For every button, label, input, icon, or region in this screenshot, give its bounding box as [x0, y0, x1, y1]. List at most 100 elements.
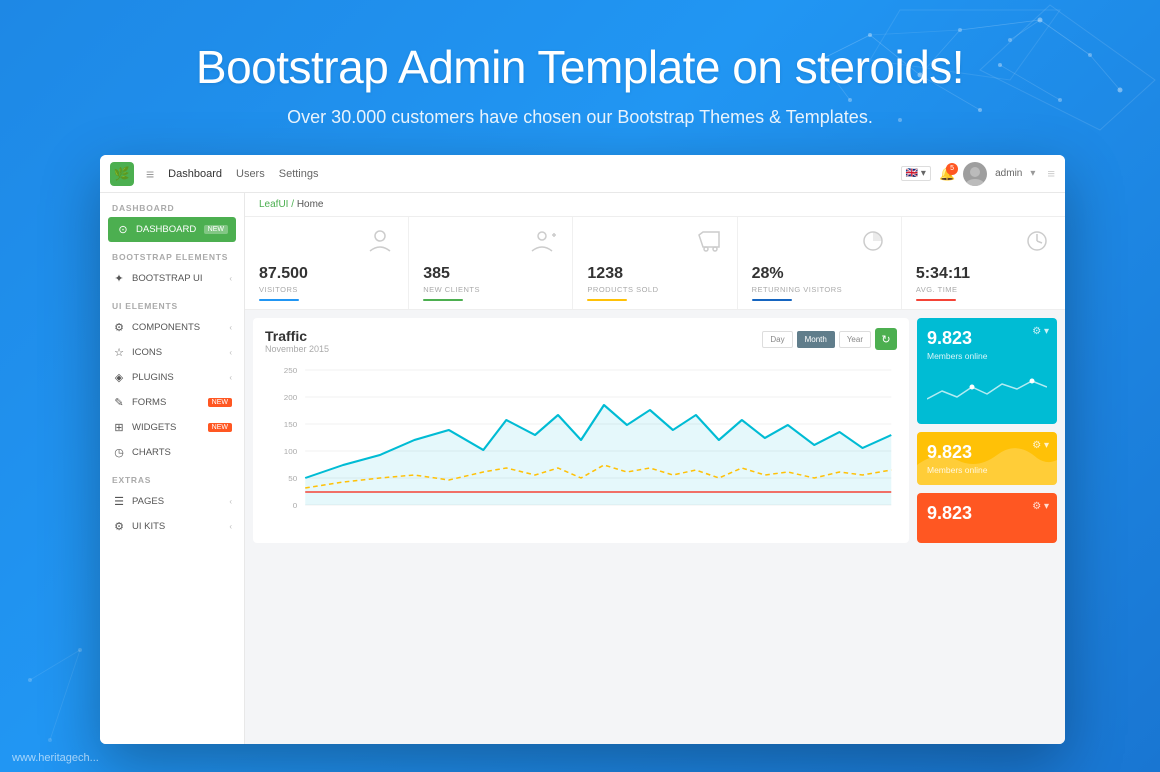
- charts-icon: ◷: [112, 446, 126, 459]
- charts-row: Traffic November 2015 Day Month Year ↻: [245, 310, 1065, 551]
- traffic-subtitle: November 2015: [265, 344, 329, 354]
- arrow-icon: ‹: [229, 323, 232, 332]
- sidebar-item-plugins[interactable]: ◈ PLUGINS ‹: [100, 365, 244, 390]
- forms-icon: ✎: [112, 396, 126, 409]
- main-layout: DASHBOARD ⊙ DASHBOARD NEW BOOTSTRAP ELEM…: [100, 193, 1065, 744]
- pages-icon: ☰: [112, 495, 126, 508]
- notification-bell[interactable]: 🔔 5: [939, 166, 955, 182]
- svg-text:250: 250: [284, 367, 297, 375]
- topnav-logo: 🌿: [110, 162, 134, 186]
- new-clients-value: 385: [423, 265, 450, 283]
- topnav: 🌿 ≡ Dashboard Users Settings 🇬🇧 ▾ 🔔 5 ad…: [100, 155, 1065, 193]
- sidebar-item-label: UI KITS: [132, 521, 165, 532]
- sidebar-item-icons[interactable]: ☆ ICONS ‹: [100, 340, 244, 365]
- watermark: www.heritagech...: [12, 752, 99, 764]
- sidebar-item-pages[interactable]: ☰ PAGES ‹: [100, 489, 244, 514]
- arrow-icon: ‹: [229, 522, 232, 531]
- widget-members-online-red: ⚙ ▾ 9.823: [917, 493, 1057, 543]
- stat-returning: 28% RETURNING VISITORS: [738, 217, 902, 309]
- sidebar-item-label: ICONS: [132, 347, 162, 358]
- topnav-link-settings[interactable]: Settings: [279, 168, 319, 180]
- plugins-icon: ◈: [112, 371, 126, 384]
- new-clients-label: NEW CLIENTS: [423, 285, 480, 294]
- icons-icon: ☆: [112, 346, 126, 359]
- sidebar-item-widgets[interactable]: ⊞ WIDGETS NEW: [100, 415, 244, 440]
- sidebar-item-charts[interactable]: ◷ CHARTS: [100, 440, 244, 465]
- topnav-link-dashboard[interactable]: Dashboard: [168, 168, 222, 180]
- stat-visitors: 87.500 VISITORS: [245, 217, 409, 309]
- products-label: PRODUCTS SOLD: [587, 285, 658, 294]
- svg-text:100: 100: [284, 448, 297, 456]
- sidebar-item-label: FORMS: [132, 397, 166, 408]
- topnav-right: 🇬🇧 ▾ 🔔 5 admin ▾ ≡: [901, 162, 1055, 186]
- widget-value-teal: 9.823: [927, 328, 1047, 349]
- arrow-icon: ‹: [229, 274, 232, 283]
- notification-count: 5: [946, 163, 958, 175]
- sidebar-section-extras: EXTRAS: [100, 465, 244, 489]
- ctrl-month[interactable]: Month: [797, 331, 835, 348]
- topnav-menu-icon[interactable]: ≡: [1047, 166, 1055, 181]
- traffic-title: Traffic: [265, 328, 329, 344]
- stats-row: 87.500 VISITORS 385 NEW CLIENTS: [245, 217, 1065, 310]
- hero-section: Bootstrap Admin Template on steroids! Ov…: [0, 40, 1160, 128]
- traffic-chart-area: 250 200 150 100 50 0: [265, 360, 897, 515]
- content-area: LeafUI / Home 87.500 VISITORS: [245, 193, 1065, 744]
- returning-value: 28%: [752, 265, 784, 283]
- returning-label: RETURNING VISITORS: [752, 285, 843, 294]
- visitors-label: VISITORS: [259, 285, 298, 294]
- topnav-links: Dashboard Users Settings: [168, 168, 318, 180]
- ctrl-day[interactable]: Day: [762, 331, 792, 348]
- ctrl-refresh[interactable]: ↻: [875, 328, 897, 350]
- sidebar-item-label: CHARTS: [132, 447, 171, 458]
- admin-ui-preview: 🌿 ≡ Dashboard Users Settings 🇬🇧 ▾ 🔔 5 ad…: [100, 155, 1065, 744]
- widget-gear-icon[interactable]: ⚙ ▾: [1032, 326, 1049, 337]
- side-widgets: ⚙ ▾ 9.823 Members online ⚙ ▾ 9.823: [917, 318, 1057, 543]
- widget-gear-icon-3[interactable]: ⚙ ▾: [1032, 501, 1049, 512]
- widget-label-teal: Members online: [927, 351, 1047, 361]
- returning-bar: [752, 299, 792, 301]
- products-value: 1238: [587, 265, 623, 283]
- breadcrumb-app: LeafUI: [259, 199, 288, 210]
- language-flag[interactable]: 🇬🇧 ▾: [901, 166, 931, 181]
- sidebar-section-ui: UI ELEMENTS: [100, 291, 244, 315]
- visitors-icon: [366, 229, 394, 259]
- stat-new-clients: 385 NEW CLIENTS: [409, 217, 573, 309]
- sidebar-item-dashboard[interactable]: ⊙ DASHBOARD NEW: [108, 217, 236, 242]
- avgtime-bar: [916, 299, 956, 301]
- sidebar-item-label: WIDGETS: [132, 422, 176, 433]
- topnav-link-users[interactable]: Users: [236, 168, 265, 180]
- admin-label[interactable]: admin: [995, 168, 1022, 179]
- components-icon: ⚙: [112, 321, 126, 334]
- new-clients-icon: [530, 229, 558, 259]
- visitors-value: 87.500: [259, 265, 308, 283]
- hero-title: Bootstrap Admin Template on steroids!: [0, 40, 1160, 95]
- forms-new-badge: NEW: [208, 398, 232, 407]
- sidebar-item-bootstrap-ui[interactable]: ✦ BOOTSTRAP UI ‹: [100, 266, 244, 291]
- widgets-icon: ⊞: [112, 421, 126, 434]
- returning-icon: [859, 229, 887, 259]
- traffic-header: Traffic November 2015 Day Month Year ↻: [265, 328, 897, 354]
- dashboard-new-badge: NEW: [204, 225, 228, 234]
- traffic-controls: Day Month Year ↻: [762, 328, 897, 350]
- new-clients-bar: [423, 299, 463, 301]
- hamburger-icon[interactable]: ≡: [146, 166, 154, 182]
- widget-value-red: 9.823: [927, 503, 1047, 524]
- sidebar-item-label: PAGES: [132, 496, 164, 507]
- sidebar-item-components[interactable]: ⚙ COMPONENTS ‹: [100, 315, 244, 340]
- sidebar-item-label: COMPONENTS: [132, 322, 200, 333]
- ctrl-year[interactable]: Year: [839, 331, 871, 348]
- sidebar-item-ui-kits[interactable]: ⚙ UI KITS ‹: [100, 514, 244, 539]
- sidebar: DASHBOARD ⊙ DASHBOARD NEW BOOTSTRAP ELEM…: [100, 193, 245, 744]
- arrow-icon: ‹: [229, 348, 232, 357]
- avatar[interactable]: [963, 162, 987, 186]
- admin-menu-arrow[interactable]: ▾: [1030, 168, 1035, 179]
- stat-products: 1238 PRODUCTS SOLD: [573, 217, 737, 309]
- avgtime-value: 5:34:11: [916, 265, 970, 283]
- wave-yellow: [917, 440, 1057, 485]
- arrow-icon: ‹: [229, 497, 232, 506]
- sidebar-section-bootstrap: BOOTSTRAP ELEMENTS: [100, 242, 244, 266]
- products-icon: [695, 229, 723, 259]
- widget-members-online-teal: ⚙ ▾ 9.823 Members online: [917, 318, 1057, 424]
- sidebar-item-forms[interactable]: ✎ FORMS NEW: [100, 390, 244, 415]
- products-bar: [587, 299, 627, 301]
